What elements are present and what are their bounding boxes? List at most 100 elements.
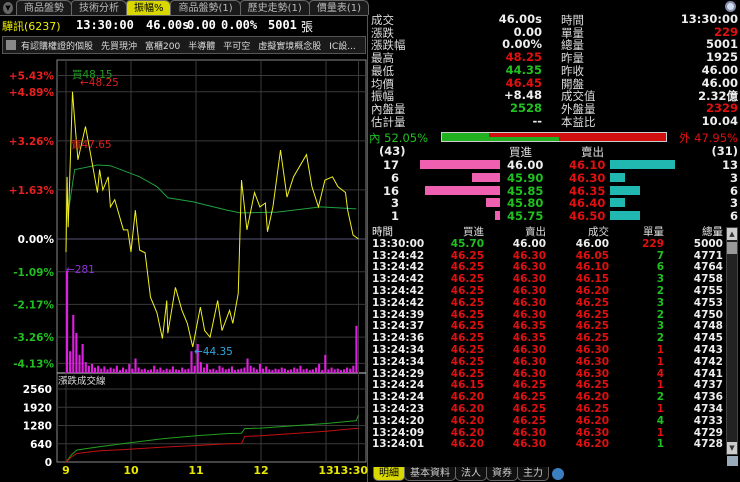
tick-qty: 4 [656, 414, 664, 427]
volume-bar [318, 363, 321, 373]
menu-dropdown-icon[interactable]: ▼ [3, 2, 13, 14]
refresh-icon[interactable] [552, 468, 564, 480]
filter-item[interactable]: 平可空 [223, 39, 250, 52]
tab-basic-info[interactable]: 基本資料 [404, 467, 456, 481]
settings-icon[interactable] [727, 456, 738, 466]
ask-qty-bar [610, 211, 640, 221]
volume-bar [346, 367, 349, 373]
volume-bar [137, 367, 140, 373]
tick-row[interactable]: 13:24:34 46.25 46.30 46.30 1 4743 [369, 343, 726, 357]
volume-bar [274, 368, 277, 373]
tick-row[interactable]: 13:24:42 46.25 46.30 46.25 3 4753 [369, 296, 726, 310]
tab-market-1[interactable]: 商品盤勢(1) [170, 0, 241, 15]
tick-time: 13:24:34 [372, 343, 425, 356]
intraday-chart[interactable]: 9 10 11 12 13 13:30 +5.43% +4.89% +3.26% +1.63% 0.… [0, 58, 368, 482]
volume-bar [193, 365, 196, 373]
tick-row[interactable]: 13:24:01 46.20 46.30 46.20 1 4728 [369, 439, 726, 451]
filter-item[interactable]: IC設... [329, 39, 356, 52]
plot-frame [56, 59, 367, 463]
filter-item[interactable]: 先買現沖 [101, 39, 137, 52]
volume-bar [69, 351, 72, 373]
volume-bar [159, 367, 162, 373]
expand-checkbox[interactable] [6, 40, 16, 50]
volume-bar [106, 369, 109, 373]
volume-bar [330, 367, 333, 373]
volume-bar [308, 370, 311, 373]
category-filter-bar: 有認購權證的個股 先買現沖 富櫃200 半導體 平可空 虛擬實境概念股 IC設.… [2, 36, 366, 54]
tab-market[interactable]: 商品盤勢 [15, 0, 72, 15]
volume-bar [100, 368, 103, 373]
tick-bid: 45.70 [450, 237, 484, 250]
volume-bar [72, 314, 75, 373]
bid-price[interactable]: 45.75 [507, 209, 543, 223]
y-tick-label: -1.09% [13, 267, 54, 279]
volume-bar [125, 369, 128, 373]
stock-name[interactable]: 驊訊(6237) [2, 18, 61, 34]
tab-details[interactable]: 明細 [373, 467, 405, 481]
volume-bar [168, 369, 171, 373]
filter-item[interactable]: 半導體 [188, 39, 215, 52]
tick-qty: 2 [656, 332, 664, 345]
zoom-icon[interactable] [725, 1, 736, 12]
tick-row[interactable]: 13:24:34 46.25 46.30 46.30 1 4742 [369, 355, 726, 369]
tick-qty: 1 [656, 379, 664, 392]
bid-qty-bar [485, 198, 500, 208]
x-tick-label: 11 [188, 464, 203, 477]
tick-time: 13:30:00 [372, 237, 425, 250]
bid-qty-bar [495, 211, 500, 221]
tick-price: 46.00 [575, 237, 609, 250]
lower-y-tick-label: 2560 [23, 384, 52, 396]
bid-qty-bar [424, 185, 500, 195]
volume-bar [299, 365, 302, 373]
volume-bar [115, 365, 118, 373]
tab-technical[interactable]: 技術分析 [70, 0, 127, 15]
volume-bar [296, 368, 299, 373]
tick-qty: 1 [656, 343, 664, 356]
tick-row[interactable]: 13:30:00 45.70 46.00 46.00 229 5000 [369, 237, 726, 251]
quote-label: 本益比 [561, 114, 596, 129]
volume-bar [327, 369, 330, 373]
ask-price[interactable]: 46.50 [569, 209, 605, 223]
tab-price-volume-1[interactable]: 價量表(1) [308, 0, 369, 15]
tick-qty: 2 [656, 308, 664, 321]
filter-item[interactable]: 虛擬實境概念股 [258, 39, 321, 52]
quote-label: 估計量 [371, 114, 406, 129]
volume-bar [199, 362, 202, 373]
tick-time: 13:24:23 [372, 402, 425, 415]
tab-institutional[interactable]: 法人 [455, 467, 487, 481]
tick-bid: 46.25 [450, 355, 484, 368]
tab-major[interactable]: 主力 [517, 467, 549, 481]
tab-history-1[interactable]: 歷史走勢(1) [239, 0, 310, 15]
filter-item[interactable]: 有認購權證的個股 [21, 39, 93, 52]
volume-bar [146, 370, 150, 373]
stock-price: 46.00s [146, 18, 190, 32]
tab-amplitude[interactable]: 振幅% [125, 0, 172, 15]
stock-volume: 5001 [268, 18, 297, 32]
tick-scrollbar[interactable]: ▲ ▼ [726, 227, 738, 455]
volume-bar [87, 365, 90, 373]
tick-time: 13:24:42 [372, 296, 425, 309]
tick-row[interactable]: 13:24:23 46.20 46.25 46.25 1 4734 [369, 402, 726, 416]
y-tick-label: -3.26% [13, 332, 54, 344]
filter-item[interactable]: 富櫃200 [145, 39, 180, 52]
volume-bar [336, 368, 339, 373]
x-tick-label: 12 [253, 464, 268, 477]
tick-bid: 46.25 [450, 296, 484, 309]
scroll-thumb[interactable] [727, 242, 737, 254]
chart-panel: ▼ 商品盤勢 技術分析 振幅% 商品盤勢(1) 歷史走勢(1) 價量表(1) 驊… [0, 0, 369, 482]
volume-bar [156, 369, 159, 373]
scroll-down-icon[interactable]: ▼ [727, 442, 737, 454]
tick-total: 4742 [693, 355, 723, 368]
tick-row[interactable]: 13:24:42 46.25 46.30 46.20 2 4755 [369, 285, 726, 298]
volume-bar [103, 366, 106, 373]
volume-bar [311, 369, 314, 373]
volume-bar [134, 358, 137, 373]
tick-row[interactable]: 13:24:20 46.20 46.25 46.20 4 4733 [369, 414, 726, 428]
x-tick-label: 9 [62, 464, 70, 477]
volume-bar [268, 369, 271, 373]
volume-bar [237, 369, 240, 373]
volume-bar [153, 365, 156, 373]
scroll-up-icon[interactable]: ▲ [727, 228, 737, 240]
tab-margin[interactable]: 資券 [486, 467, 518, 481]
volume-bar [321, 370, 324, 373]
